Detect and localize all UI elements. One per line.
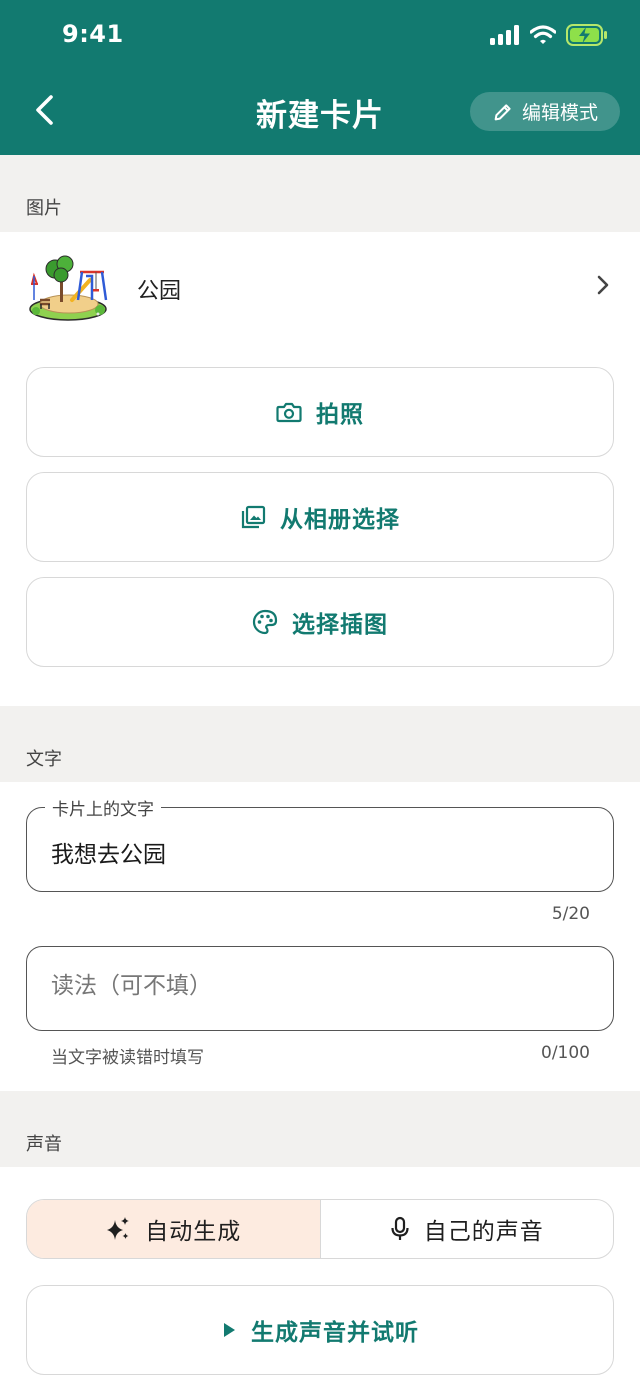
selected-image-row[interactable]: 公园 [0,232,640,344]
own-voice-label: 自己的声音 [423,1219,544,1245]
palette-icon [252,609,278,635]
card-text-field[interactable]: 卡片上的文字 我想去公园 [26,795,614,892]
section-header-sound: 声音 [0,1091,640,1167]
park-thumbnail [29,255,108,321]
pronunciation-input[interactable] [51,973,591,999]
chevron-right-icon [597,275,609,295]
camera-icon [276,402,302,423]
section-title-text: 文字 [26,749,62,770]
edit-mode-button[interactable]: 编辑模式 [470,92,620,131]
edit-mode-label: 编辑模式 [521,102,598,124]
section-header-image: 图片 [0,155,640,232]
card-text-label: 卡片上的文字 [45,795,161,820]
take-photo-button[interactable]: 拍照 [26,367,614,457]
section-title-image: 图片 [26,198,62,219]
selected-image-name: 公园 [137,279,182,304]
auto-generate-segment[interactable]: 自动生成 [27,1200,321,1258]
take-photo-label: 拍照 [316,402,364,428]
photo-library-icon [241,505,266,529]
play-icon [224,1323,235,1337]
section-header-text: 文字 [0,706,640,782]
pronunciation-field[interactable] [26,946,614,1031]
generate-and-preview-label: 生成声音并试听 [251,1320,419,1346]
wifi-icon [530,25,556,44]
choose-illustration-button[interactable]: 选择插图 [26,577,614,667]
cellular-signal-icon [490,25,519,45]
nav-bar: 新建卡片 编辑模式 [0,70,640,155]
own-voice-segment[interactable]: 自己的声音 [321,1200,614,1258]
card-text-counter: 5/20 [551,904,590,924]
section-title-sound: 声音 [26,1134,62,1155]
choose-from-album-label: 从相册选择 [280,507,400,533]
choose-from-album-button[interactable]: 从相册选择 [26,472,614,562]
status-icons [490,22,608,48]
auto-generate-label: 自动生成 [145,1219,242,1245]
voice-source-segmented-control: 自动生成 自己的声音 [26,1199,614,1259]
pencil-icon [494,103,511,120]
battery-charging-icon [566,24,607,46]
pronunciation-helper: 当文字被读错时填写 [51,1048,204,1068]
card-text-value: 我想去公园 [51,842,166,868]
generate-and-preview-button[interactable]: 生成声音并试听 [26,1285,614,1375]
pronunciation-counter: 0/100 [541,1043,590,1063]
microphone-icon [391,1216,409,1240]
status-bar: 9:41 [0,0,640,70]
choose-illustration-label: 选择插图 [292,612,388,638]
status-time: 9:41 [62,20,124,48]
sparkles-icon [107,1217,130,1240]
